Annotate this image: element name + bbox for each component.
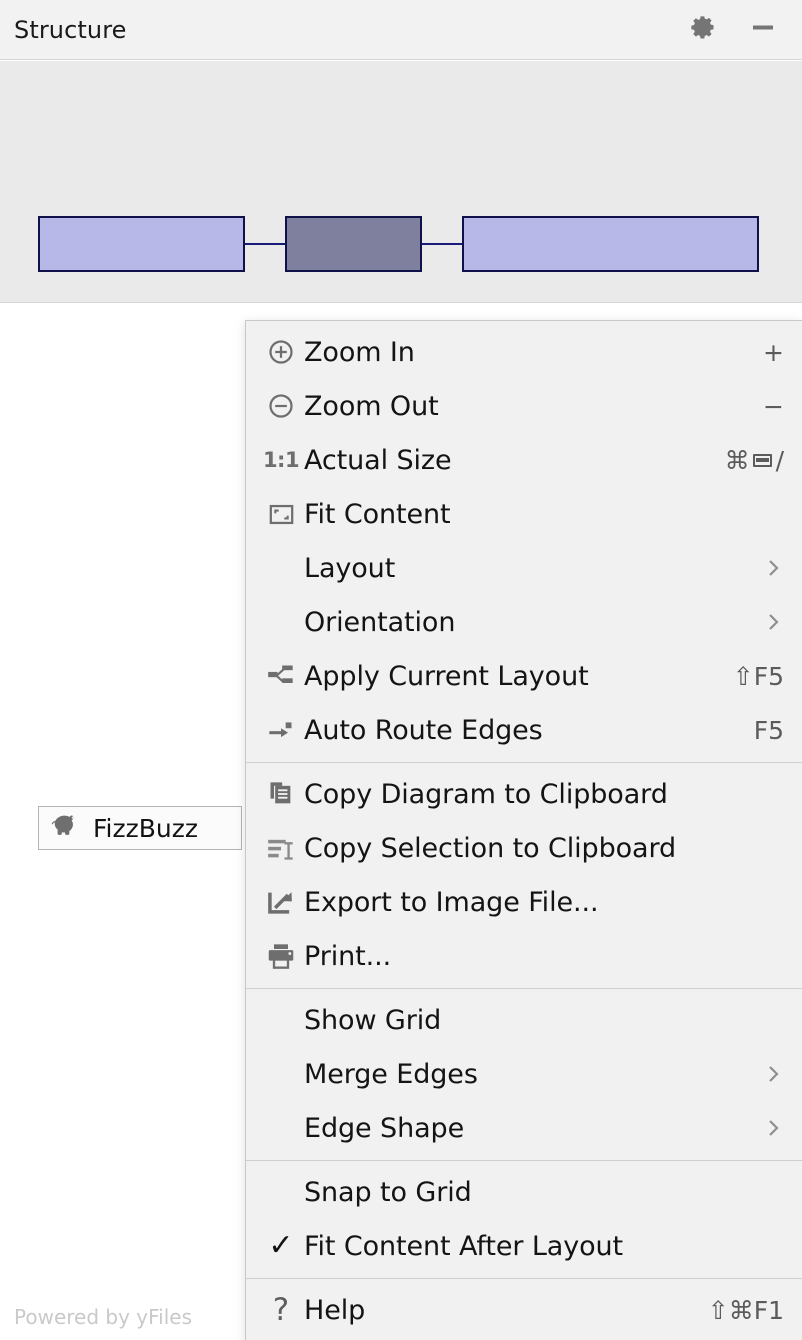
menu-item-label: Actual Size: [304, 444, 452, 476]
apply-layout-tree-icon: [258, 662, 304, 690]
export-image-icon: [258, 888, 304, 916]
menu-item-show-grid[interactable]: Show Grid: [246, 993, 802, 1047]
menu-item-fit-content[interactable]: Fit Content: [246, 487, 802, 541]
diagram-node-3[interactable]: [462, 216, 759, 272]
menu-item-label: Show Grid: [304, 1004, 442, 1036]
menu-item-label: Export to Image File...: [304, 886, 599, 918]
menu-item-layout[interactable]: Layout: [246, 541, 802, 595]
menu-item-label: Orientation: [304, 606, 456, 638]
page-title: Structure: [14, 15, 127, 44]
diagram-node-1[interactable]: [38, 216, 245, 272]
menu-item-help[interactable]: ? Help ⇧⌘F1: [246, 1283, 802, 1337]
copy-selection-icon: [258, 834, 304, 862]
menu-item-edge-shape[interactable]: Edge Shape: [246, 1101, 802, 1155]
menu-item-merge-edges[interactable]: Merge Edges: [246, 1047, 802, 1101]
diagram-node-2[interactable]: [285, 216, 422, 272]
menu-item-label: Edge Shape: [304, 1112, 465, 1144]
menu-item-label: Snap to Grid: [304, 1176, 472, 1208]
zoom-out-circle-minus-icon: [258, 392, 304, 420]
tool-window-header: Structure: [0, 0, 802, 60]
menu-item-actual-size[interactable]: 1:1 Actual Size ⌘ /: [246, 433, 802, 487]
question-mark-icon: ?: [272, 1291, 290, 1328]
menu-item-apply-current-layout[interactable]: Apply Current Layout ⇧F5: [246, 649, 802, 703]
menu-item-accelerator: F5: [753, 715, 784, 745]
minus-icon: [749, 13, 777, 46]
menu-item-accelerator: +: [763, 337, 784, 367]
menu-item-label: Help: [304, 1294, 366, 1326]
menu-item-accelerator: −: [763, 391, 784, 421]
copy-diagram-icon: [258, 780, 304, 808]
menu-item-accelerator: ⌘ /: [725, 446, 784, 475]
printer-icon: [258, 942, 304, 970]
menu-separator: [246, 1160, 802, 1161]
chevron-right-icon: [764, 555, 784, 581]
project-node-label: FizzBuzz: [93, 813, 198, 843]
check-icon: ✓: [268, 1229, 294, 1262]
powered-by-label: Powered by yFiles: [14, 1305, 192, 1329]
settings-button[interactable]: [686, 13, 720, 47]
command-key-glyph: ⌘: [724, 445, 750, 475]
menu-item-label: Zoom In: [304, 336, 415, 368]
chevron-right-icon: [764, 609, 784, 635]
structure-tool-window: Structure FizzBuzz Powered by yFiles Zoo…: [0, 0, 802, 1340]
gradle-elephant-icon: [49, 812, 83, 845]
menu-item-label: Fit Content: [304, 498, 451, 530]
menu-item-label: Layout: [304, 552, 396, 584]
auto-route-arrow-icon: [258, 716, 304, 744]
diagram-canvas[interactable]: [0, 61, 802, 303]
menu-item-accelerator: ⇧F5: [732, 661, 784, 691]
menu-item-fit-content-after-layout[interactable]: ✓ Fit Content After Layout: [246, 1219, 802, 1273]
minimize-button[interactable]: [746, 13, 780, 47]
menu-item-label: Fit Content After Layout: [304, 1230, 624, 1262]
menu-separator: [246, 1278, 802, 1279]
menu-item-label: Auto Route Edges: [304, 714, 543, 746]
menu-item-orientation[interactable]: Orientation: [246, 595, 802, 649]
menu-item-label: Print...: [304, 940, 392, 972]
fit-content-icon: [258, 501, 304, 528]
diagram-edge-2[interactable]: [422, 243, 462, 245]
one-to-one-ratio-icon: 1:1: [262, 448, 300, 472]
zoom-in-circle-plus-icon: [258, 338, 304, 366]
menu-item-zoom-out[interactable]: Zoom Out −: [246, 379, 802, 433]
tool-window-actions: [686, 13, 780, 47]
menu-item-label: Copy Diagram to Clipboard: [304, 778, 668, 810]
gear-icon: [689, 13, 717, 46]
menu-item-export-to-image-file[interactable]: Export to Image File...: [246, 875, 802, 929]
menu-item-label: Zoom Out: [304, 390, 439, 422]
diagram-edge-1[interactable]: [245, 243, 285, 245]
menu-separator: [246, 762, 802, 763]
keycap-glyph: [752, 453, 772, 467]
menu-item-print[interactable]: Print...: [246, 929, 802, 983]
menu-item-snap-to-grid[interactable]: Snap to Grid: [246, 1165, 802, 1219]
menu-item-copy-selection-to-clipboard[interactable]: Copy Selection to Clipboard: [246, 821, 802, 875]
menu-item-label: Copy Selection to Clipboard: [304, 832, 677, 864]
chevron-right-icon: [764, 1061, 784, 1087]
menu-item-zoom-in[interactable]: Zoom In +: [246, 325, 802, 379]
menu-item-label: Apply Current Layout: [304, 660, 589, 692]
project-node-fizzbuzz[interactable]: FizzBuzz: [38, 806, 242, 850]
diagram-context-menu[interactable]: Zoom In + Zoom Out − 1:1 Actual Size ⌘ /: [245, 320, 802, 1340]
menu-item-copy-diagram-to-clipboard[interactable]: Copy Diagram to Clipboard: [246, 767, 802, 821]
menu-item-accelerator: ⇧⌘F1: [707, 1295, 784, 1325]
slash-key-glyph: /: [775, 445, 784, 475]
menu-item-auto-route-edges[interactable]: Auto Route Edges F5: [246, 703, 802, 757]
chevron-right-icon: [764, 1115, 784, 1141]
menu-item-label: Merge Edges: [304, 1058, 478, 1090]
menu-separator: [246, 988, 802, 989]
